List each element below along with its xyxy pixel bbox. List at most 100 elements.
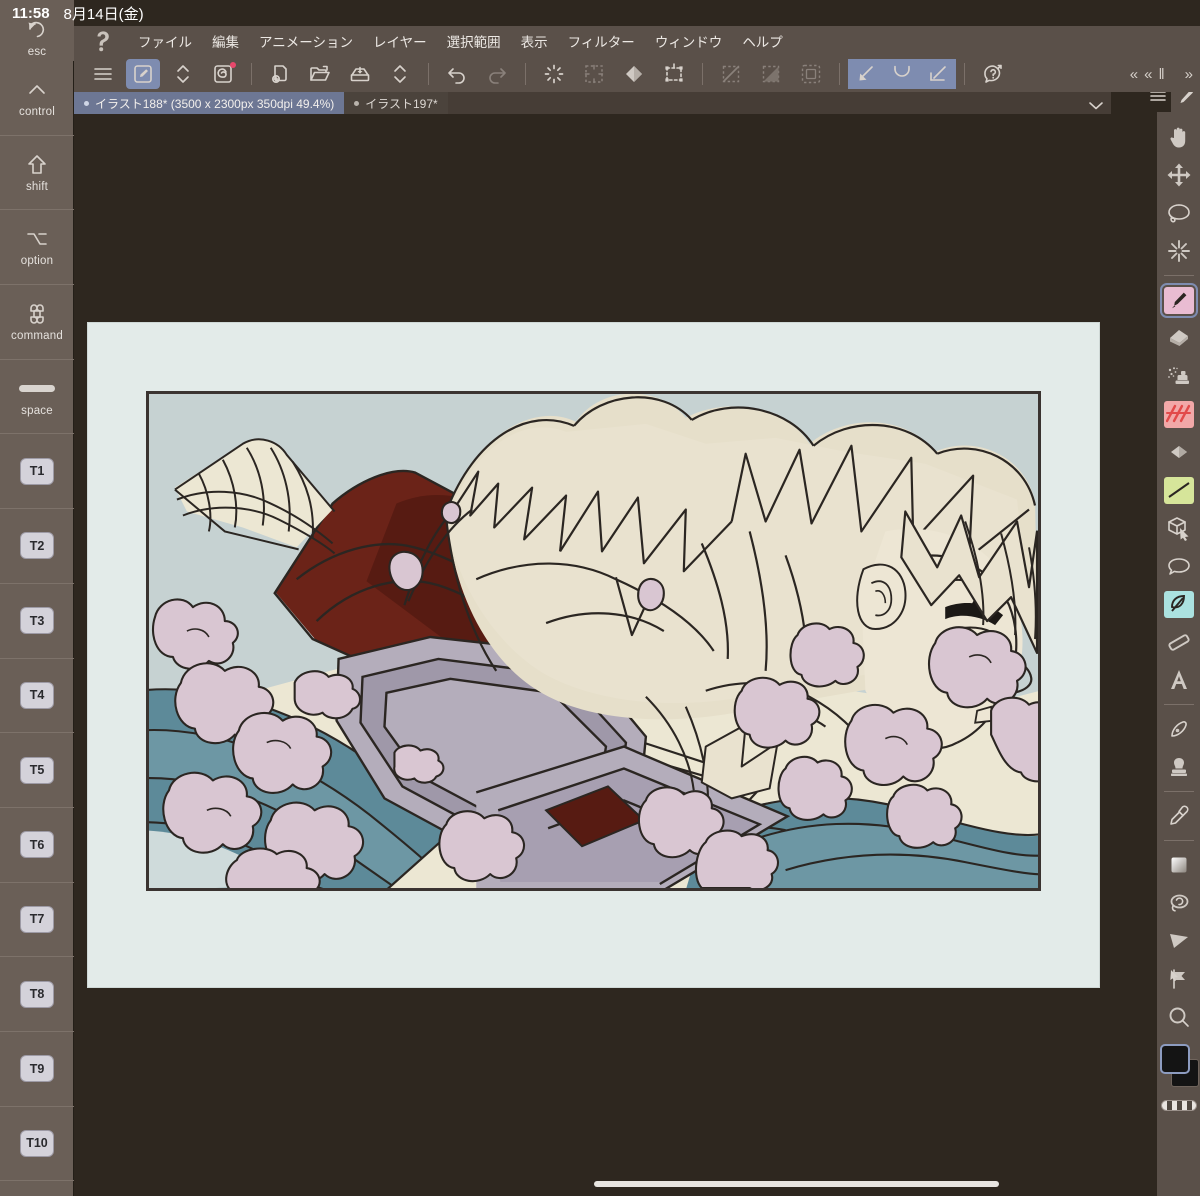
- operation-tool[interactable]: [1160, 961, 1198, 997]
- move-tool[interactable]: [1160, 157, 1198, 193]
- canvas-viewport[interactable]: [74, 114, 1111, 1196]
- transform-icon[interactable]: [657, 59, 691, 89]
- material-update-badge: [230, 62, 236, 68]
- expand-right-double-icon[interactable]: »: [1182, 66, 1196, 83]
- auto-select-tool[interactable]: [1160, 233, 1198, 269]
- blend-diamond-icon: [1170, 446, 1187, 458]
- text-tool[interactable]: [1160, 662, 1198, 698]
- tool-palette-rail: [1111, 56, 1200, 1196]
- tool-group-separator: [1163, 840, 1194, 841]
- menu-item-animation[interactable]: アニメーション: [249, 28, 363, 54]
- menu-bar: ファイル 編集 アニメーション レイヤー 選択範囲 表示 フィルター ウィンドウ…: [74, 26, 1200, 56]
- edge-key-t1[interactable]: T1: [0, 434, 74, 510]
- correct-line-tool[interactable]: [1160, 711, 1198, 747]
- airbrush-tool[interactable]: [1160, 358, 1198, 394]
- deselect-icon[interactable]: [714, 59, 748, 89]
- lasso-select-tool[interactable]: [1160, 195, 1198, 231]
- edge-key-t9[interactable]: T9: [0, 1032, 74, 1107]
- save-download-icon[interactable]: [343, 59, 377, 89]
- edge-key-shift[interactable]: shift: [0, 136, 74, 211]
- balloon-tool[interactable]: [1160, 548, 1198, 584]
- edge-key-t6[interactable]: T6: [0, 808, 74, 883]
- help-bubble-icon[interactable]: [976, 59, 1010, 89]
- ruler-snap-perspective-icon[interactable]: [920, 59, 956, 89]
- edge-key-t8[interactable]: T8: [0, 957, 74, 1032]
- edge-key-t5[interactable]: T5: [0, 733, 74, 808]
- ruler-tool[interactable]: [1160, 624, 1198, 660]
- sort-chevrons-icon[interactable]: [166, 59, 200, 89]
- material-spiral-icon[interactable]: [206, 59, 240, 89]
- edge-key-label: T4: [20, 681, 54, 709]
- stamp-tool[interactable]: [1160, 749, 1198, 785]
- ruler-snap-arrow-icon[interactable]: [848, 59, 884, 89]
- menu-item-layer[interactable]: レイヤー: [363, 28, 437, 54]
- decoration-tool[interactable]: [1160, 396, 1198, 432]
- edge-key-option[interactable]: option: [0, 210, 74, 286]
- zoom-tool[interactable]: [1160, 999, 1198, 1035]
- save-chevrons-icon[interactable]: [383, 59, 417, 89]
- command-bar-separator: [964, 63, 965, 85]
- edge-key-label: T8: [20, 980, 54, 1008]
- menu-item-edit[interactable]: 編集: [202, 28, 249, 54]
- figure-leaf-icon: [1170, 595, 1185, 612]
- ruler-snap-curve-icon[interactable]: [884, 59, 920, 89]
- fill-tool[interactable]: [1160, 847, 1198, 883]
- fill-bucket-icon[interactable]: [617, 59, 651, 89]
- figure-tool-chip: [1163, 590, 1194, 618]
- menu-item-view[interactable]: 表示: [511, 28, 558, 54]
- perspective-tool[interactable]: [1160, 923, 1198, 959]
- color-swatches[interactable]: [1159, 1042, 1199, 1096]
- edge-key-t7[interactable]: T7: [0, 883, 74, 958]
- expand-selection-icon[interactable]: [794, 59, 828, 89]
- eyedropper-icon: [1169, 805, 1188, 825]
- collapse-left-double-2-icon[interactable]: «: [1141, 66, 1155, 83]
- hand-icon: [1169, 127, 1185, 148]
- edge-key-t2[interactable]: T2: [0, 509, 74, 584]
- redo-icon[interactable]: [480, 59, 514, 89]
- edge-key-t4[interactable]: T4: [0, 659, 74, 734]
- clear-burst-icon[interactable]: [537, 59, 571, 89]
- figure-tool[interactable]: [1160, 586, 1198, 622]
- airbrush-icon: [1167, 367, 1189, 384]
- menu-item-window[interactable]: ウィンドウ: [645, 28, 733, 54]
- undo-icon[interactable]: [440, 59, 474, 89]
- document-tab-active[interactable]: イラスト188* (3500 x 2300px 350dpi 49.4%): [74, 92, 345, 114]
- edge-key-label: T2: [20, 532, 54, 560]
- edge-key-t3[interactable]: T3: [0, 584, 74, 659]
- artwork-illustration[interactable]: [146, 391, 1041, 891]
- command-bar-right-controls: « « ‖ »: [1127, 66, 1200, 83]
- menu-item-help[interactable]: ヘルプ: [732, 28, 793, 54]
- blend-tool[interactable]: [1160, 434, 1198, 470]
- document-tab[interactable]: イラスト197*: [344, 92, 448, 114]
- modified-dot-icon: [84, 100, 89, 106]
- foreground-color-swatch[interactable]: [1159, 1044, 1190, 1074]
- status-bar: 11:58 8月14日(金): [0, 0, 300, 26]
- fill-selection-icon[interactable]: [577, 59, 611, 89]
- gradient-tool[interactable]: [1160, 472, 1198, 508]
- menu-item-filter[interactable]: フィルター: [558, 28, 645, 54]
- new-document-icon[interactable]: [263, 59, 297, 89]
- quick-access-icon[interactable]: [126, 59, 160, 89]
- collapse-left-double-icon[interactable]: «: [1127, 66, 1141, 83]
- eyedropper-tool[interactable]: [1160, 798, 1198, 834]
- transparent-color-swatch[interactable]: [1160, 1100, 1197, 1111]
- operation-flag-icon: [1169, 969, 1185, 989]
- open-folder-icon[interactable]: [303, 59, 337, 89]
- edge-key-space[interactable]: space: [0, 360, 74, 435]
- chevron-down-icon[interactable]: [1080, 92, 1111, 118]
- object-select-tool[interactable]: [1160, 510, 1198, 546]
- pen-tool[interactable]: [1159, 282, 1198, 318]
- menu-item-selection[interactable]: 選択範囲: [437, 28, 511, 54]
- edge-key-command[interactable]: command: [0, 285, 74, 360]
- document-paper[interactable]: [88, 323, 1099, 987]
- edge-key-control[interactable]: control: [0, 61, 74, 136]
- invert-selection-icon[interactable]: [754, 59, 788, 89]
- menu-item-file[interactable]: ファイル: [128, 28, 202, 54]
- blur-tool[interactable]: [1160, 885, 1198, 921]
- hand-tool[interactable]: [1160, 119, 1198, 155]
- menu-hamburger-icon[interactable]: [86, 59, 120, 89]
- blur-swirl-icon: [1170, 894, 1188, 912]
- eraser-tool[interactable]: [1160, 320, 1198, 356]
- edge-key-t10[interactable]: T10: [0, 1107, 74, 1182]
- document-tab-label: イラスト197*: [365, 96, 438, 111]
